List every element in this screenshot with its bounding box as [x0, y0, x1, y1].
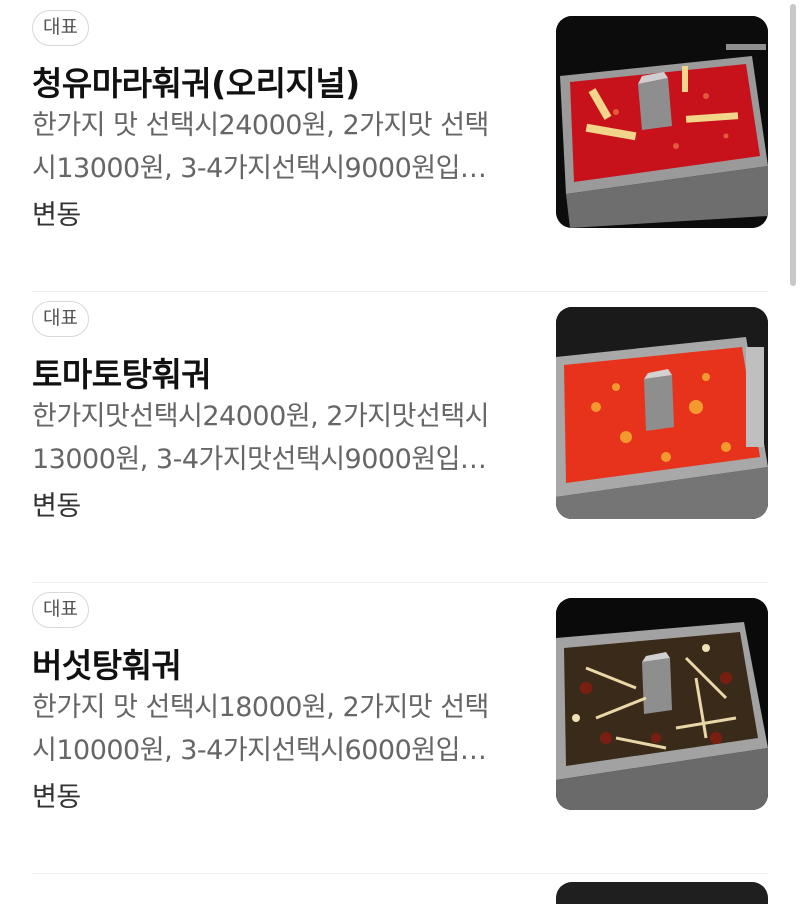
- description-line-1: 한가지 맛 선택시18000원, 2가지맛 선택: [32, 692, 489, 723]
- hotpot-photo-illustration: [556, 307, 768, 519]
- price-note: 변동: [32, 200, 81, 231]
- hotpot-tomato-broth-photo[interactable]: [556, 307, 768, 519]
- menu-item-3[interactable]: 대표 버섯탕훠궈 한가지 맛 선택시18000원, 2가지맛 선택 시10000…: [32, 582, 768, 874]
- description-line-2: 13000원, 3-4가지맛선택시9000원입…: [32, 444, 487, 475]
- hotpot-mushroom-broth-photo[interactable]: [556, 598, 768, 810]
- menu-item-description: 한가지 맛 선택시24000원, 2가지맛 선택 시13000원, 3-4가지선…: [32, 104, 532, 190]
- signature-badge: 대표: [32, 10, 89, 46]
- price-note: 변동: [32, 782, 81, 813]
- description-line-1: 한가지맛선택시24000원, 2가지맛선택시: [32, 401, 490, 432]
- menu-item-name: 청유마라훠궈(오리지널): [32, 64, 360, 103]
- next-item-photo-partial[interactable]: [556, 882, 768, 904]
- price-note: 변동: [32, 491, 81, 522]
- scrollbar[interactable]: [790, 4, 796, 286]
- description-line-1: 한가지 맛 선택시24000원, 2가지맛 선택: [32, 110, 489, 141]
- menu-item-description: 한가지 맛 선택시18000원, 2가지맛 선택 시10000원, 3-4가지선…: [32, 686, 532, 772]
- menu-item-name: 버섯탕훠궈: [32, 646, 182, 685]
- menu-item-2[interactable]: 대표 토마토탕훠궈 한가지맛선택시24000원, 2가지맛선택시 13000원,…: [32, 291, 768, 583]
- description-line-2: 시13000원, 3-4가지선택시9000원입…: [32, 153, 487, 184]
- hotpot-mala-oil-photo[interactable]: [556, 16, 768, 228]
- signature-badge: 대표: [32, 592, 89, 628]
- hotpot-photo-illustration: [556, 598, 768, 810]
- signature-badge: 대표: [32, 301, 89, 337]
- description-line-2: 시10000원, 3-4가지선택시6000원입…: [32, 735, 487, 766]
- menu-item-description: 한가지맛선택시24000원, 2가지맛선택시 13000원, 3-4가지맛선택시…: [32, 395, 532, 481]
- item-divider: [32, 873, 768, 874]
- hotpot-photo-illustration: [556, 16, 768, 228]
- menu-item-name: 토마토탕훠궈: [32, 355, 212, 394]
- menu-item-1[interactable]: 대표 청유마라훠궈(오리지널) 한가지 맛 선택시24000원, 2가지맛 선택…: [32, 0, 768, 292]
